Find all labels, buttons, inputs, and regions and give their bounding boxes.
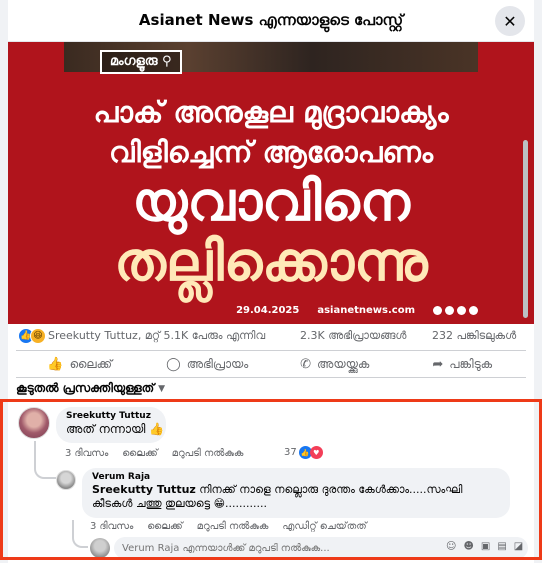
like-label: ലൈക്ക് <box>69 356 113 371</box>
post-actions: 👍 ലൈക്ക് ◯ അഭിപ്രായം ✆ അയയ്ക്കുക ➦ പങ്കി… <box>16 350 526 378</box>
messenger-icon: ✆ <box>300 356 312 372</box>
headline-big-1: യുവാവിനെ <box>132 170 410 233</box>
post-image[interactable]: മംഗളൂരു ⚲ പാക് അനുകൂല മുദ്രാവാക്യം വിളിച… <box>8 42 534 324</box>
screen: Asianet News എന്നയാളുടെ പോസ്റ്റ് ✕ മംഗളൂ… <box>0 0 542 563</box>
shares-count[interactable]: 232 പങ്കിടലുകൾ <box>432 329 516 343</box>
share-label: പങ്കിടുക <box>449 356 493 371</box>
close-icon: ✕ <box>503 11 517 31</box>
image-date: 29.04.2025 <box>236 305 300 316</box>
location-tag: മംഗളൂരു ⚲ <box>100 50 182 74</box>
facebook-icon <box>433 306 442 315</box>
like-button[interactable]: 👍 ലൈക്ക് <box>16 351 144 377</box>
haha-reaction-icon: 😆 <box>30 328 46 344</box>
reaction-icons[interactable]: 👍 😆 <box>18 328 46 344</box>
headline-line-2: വിളിച്ചെന്ന് ആരോപണം <box>108 135 434 169</box>
send-label: അയയ്ക്കുക <box>317 356 370 371</box>
sort-label: കൂടുതൽ പ്രസക്തിയുള്ളത് <box>16 381 155 395</box>
send-button[interactable]: ✆ അയയ്ക്കുക <box>271 351 399 377</box>
location-pin-icon: ⚲ <box>162 54 172 69</box>
twitter-icon <box>469 306 478 315</box>
social-icons <box>433 306 478 315</box>
headline-line-1: പാക് അനുകൂല മുദ്രാവാക്യം <box>93 95 449 129</box>
close-button[interactable]: ✕ <box>495 6 525 36</box>
image-site: asianetnews.com <box>317 305 415 316</box>
comment-label: അഭിപ്രായം <box>186 356 249 371</box>
comment-sort-dropdown[interactable]: കൂടുതൽ പ്രസക്തിയുള്ളത് ▼ <box>16 381 165 396</box>
highlight-box <box>0 399 542 560</box>
comment-button[interactable]: ◯ അഭിപ്രായം <box>144 351 272 377</box>
reactions-summary[interactable]: Sreekutty Tuttuz, മറ്റ് 5.1K പേരും എന്നി… <box>48 329 265 343</box>
location-tag-text: മംഗളൂരു <box>110 54 158 69</box>
scrollbar[interactable] <box>523 140 528 318</box>
headline-big-2: തല്ലിക്കൊന്നു <box>114 230 428 293</box>
instagram-icon <box>445 306 454 315</box>
chevron-down-icon: ▼ <box>158 383 166 394</box>
comments-count[interactable]: 2.3K അഭിപ്രായങ്ങൾ <box>300 329 406 343</box>
share-arrow-icon: ➦ <box>432 356 444 372</box>
youtube-icon <box>457 306 466 315</box>
comment-bubble-icon: ◯ <box>166 356 181 372</box>
share-button[interactable]: ➦ പങ്കിടുക <box>399 351 527 377</box>
reactions-bar: 👍 😆 Sreekutty Tuttuz, മറ്റ് 5.1K പേരും എ… <box>8 324 534 348</box>
dialog-header: Asianet News എന്നയാളുടെ പോസ്റ്റ് ✕ <box>8 0 534 42</box>
image-footer: 29.04.2025 asianetnews.com <box>236 305 478 316</box>
dialog-title: Asianet News എന്നയാളുടെ പോസ്റ്റ് <box>138 11 404 29</box>
thumbs-up-icon: 👍 <box>47 356 64 372</box>
